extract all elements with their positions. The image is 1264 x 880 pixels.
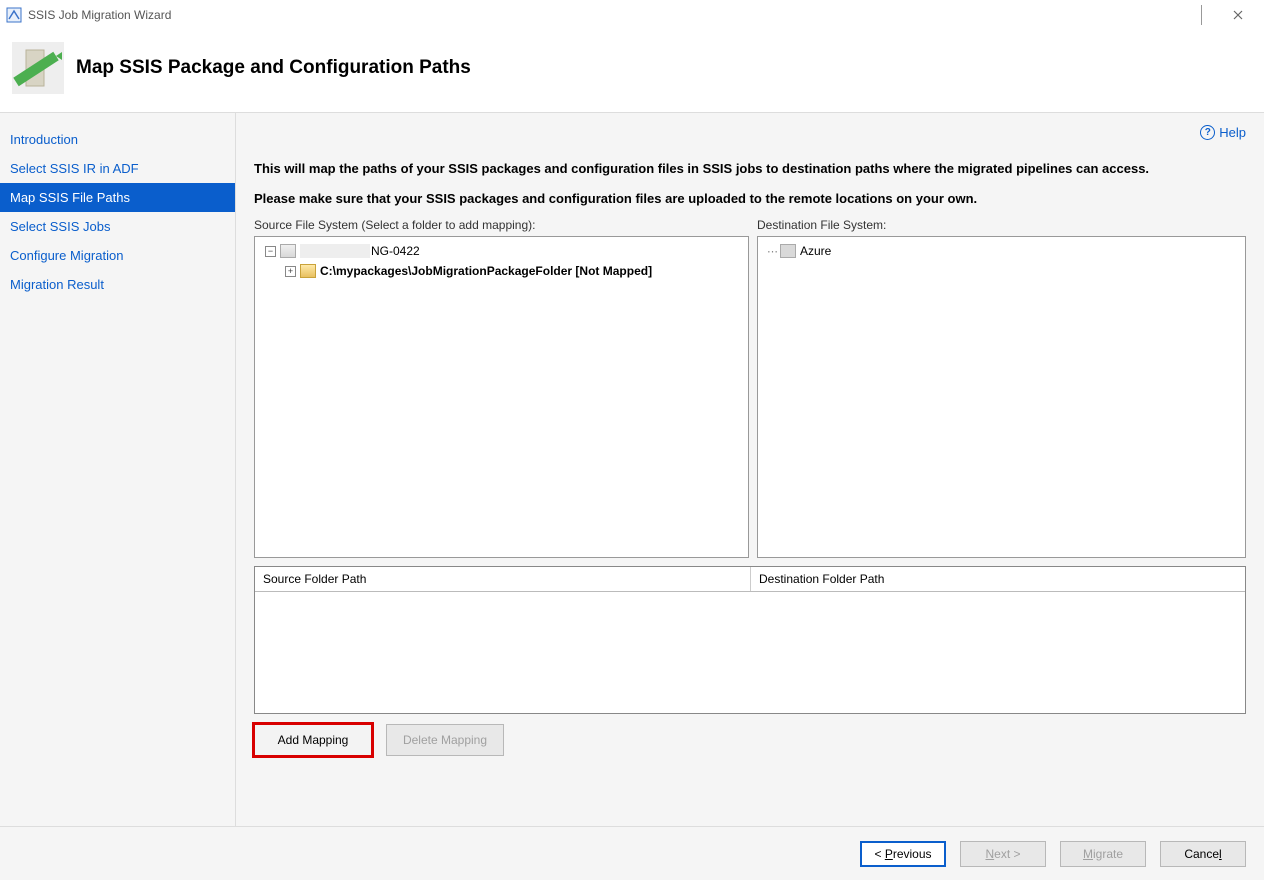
dest-tree[interactable]: ⋯ Azure — [757, 236, 1246, 558]
previous-button[interactable]: < Previous — [860, 841, 946, 867]
tree-expand-icon[interactable]: + — [285, 266, 296, 277]
sidebar-item-select-ssis-jobs[interactable]: Select SSIS Jobs — [0, 212, 235, 241]
add-mapping-button[interactable]: Add Mapping — [254, 724, 372, 756]
redacted-server-name — [300, 244, 370, 258]
mapping-col-dest[interactable]: Destination Folder Path — [751, 567, 1245, 591]
azure-icon — [780, 244, 796, 258]
close-icon[interactable] — [1218, 1, 1258, 29]
page-title: Map SSIS Package and Configuration Paths — [76, 57, 471, 79]
wizard-steps-sidebar: Introduction Select SSIS IR in ADF Map S… — [0, 113, 236, 826]
mapping-grid[interactable]: Source Folder Path Destination Folder Pa… — [254, 566, 1246, 714]
dest-root-node[interactable]: Azure — [800, 244, 831, 258]
sidebar-item-introduction[interactable]: Introduction — [0, 125, 235, 154]
next-button: Next > — [960, 841, 1046, 867]
source-tree[interactable]: − NG-0422 + C:\mypackages\JobMigrationPa… — [254, 236, 749, 558]
migrate-button: Migrate — [1060, 841, 1146, 867]
cancel-button[interactable]: Cancel — [1160, 841, 1246, 867]
source-folder-node[interactable]: C:\mypackages\JobMigrationPackageFolder … — [320, 264, 652, 278]
help-link[interactable]: ? Help — [1200, 125, 1246, 140]
intro-text: This will map the paths of your SSIS pac… — [254, 159, 1224, 208]
intro-line-2: Please make sure that your SSIS packages… — [254, 189, 1224, 209]
dest-tree-label: Destination File System: — [757, 218, 1246, 232]
main-panel: ? Help This will map the paths of your S… — [236, 113, 1264, 826]
wizard-header: Map SSIS Package and Configuration Paths — [0, 30, 1264, 112]
wizard-footer: < Previous Next > Migrate Cancel — [0, 826, 1264, 880]
sidebar-item-migration-result[interactable]: Migration Result — [0, 270, 235, 299]
help-icon: ? — [1200, 125, 1215, 140]
wizard-logo-icon — [12, 42, 64, 94]
mapping-col-source[interactable]: Source Folder Path — [255, 567, 751, 591]
sidebar-item-configure-migration[interactable]: Configure Migration — [0, 241, 235, 270]
tree-leaf-icon: ⋯ — [768, 245, 777, 258]
source-root-suffix: NG-0422 — [371, 244, 420, 258]
help-label: Help — [1219, 125, 1246, 140]
tree-collapse-icon[interactable]: − — [265, 246, 276, 257]
source-tree-label: Source File System (Select a folder to a… — [254, 218, 749, 232]
app-icon — [6, 7, 22, 23]
folder-icon — [300, 264, 316, 278]
server-icon — [280, 244, 296, 258]
delete-mapping-button: Delete Mapping — [386, 724, 504, 756]
titlebar: SSIS Job Migration Wizard — [0, 0, 1264, 30]
sidebar-item-map-file-paths[interactable]: Map SSIS File Paths — [0, 183, 235, 212]
titlebar-separator — [1201, 5, 1202, 25]
window-title: SSIS Job Migration Wizard — [28, 8, 171, 22]
intro-line-1: This will map the paths of your SSIS pac… — [254, 159, 1224, 179]
sidebar-item-select-ssis-ir[interactable]: Select SSIS IR in ADF — [0, 154, 235, 183]
